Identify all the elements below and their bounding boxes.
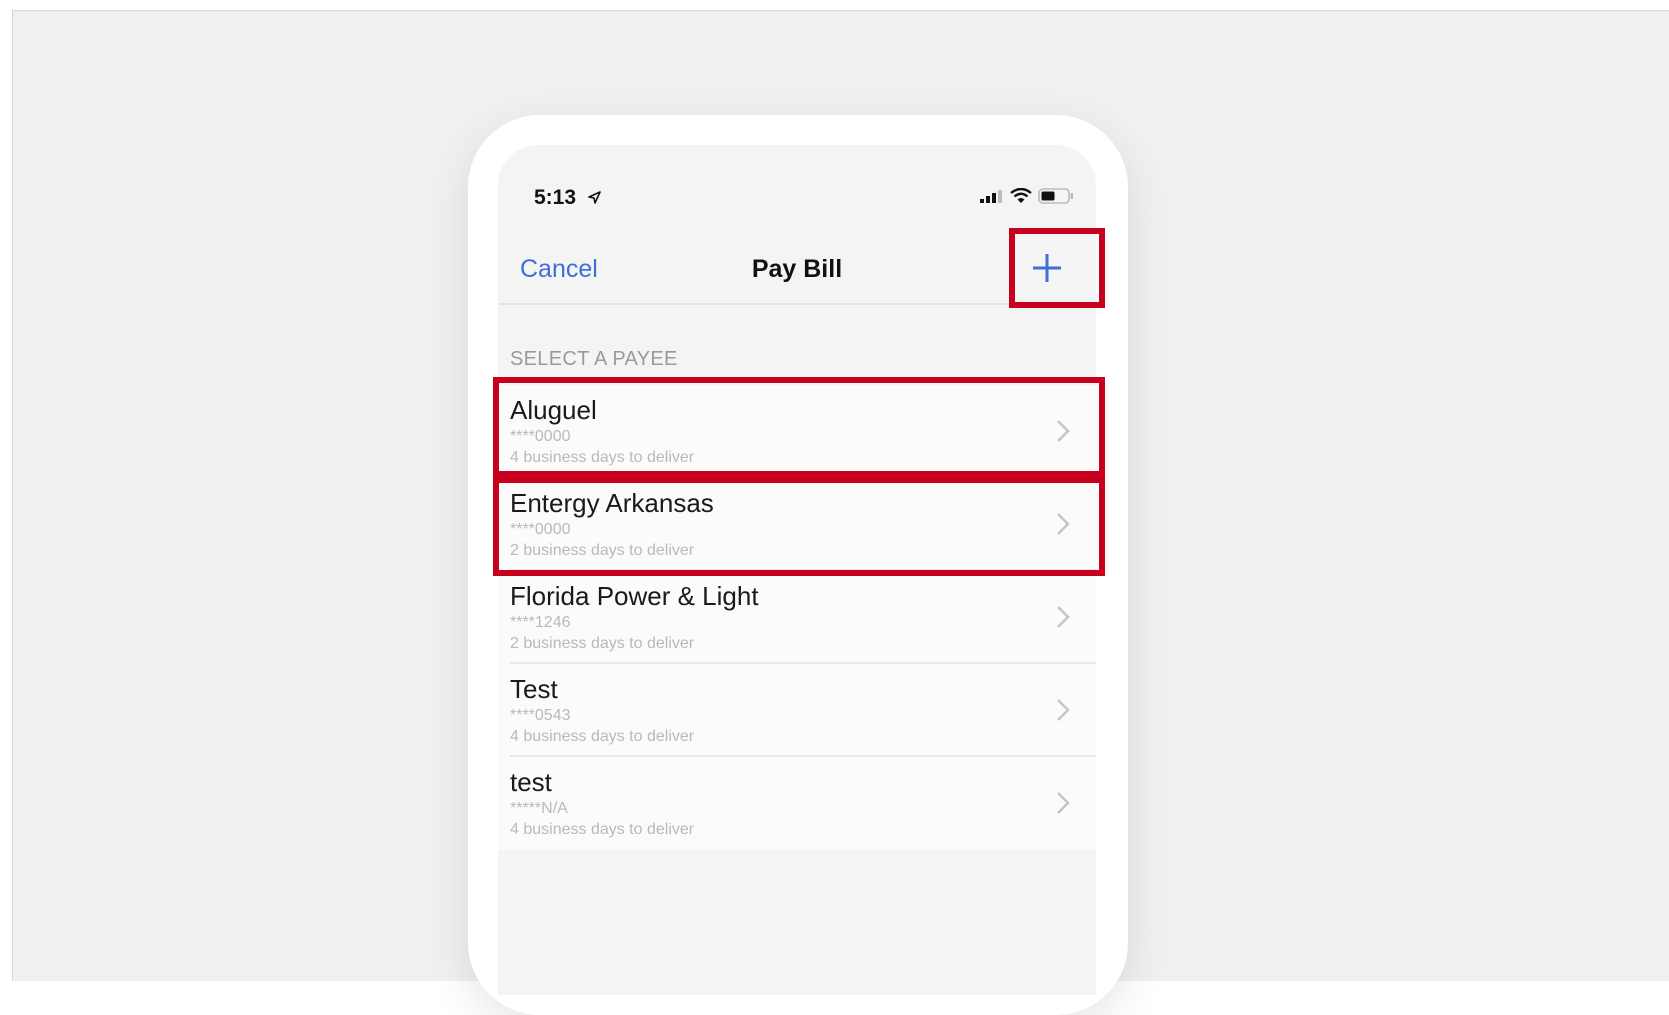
- plus-icon: [1033, 254, 1061, 282]
- payee-name: test: [510, 767, 552, 797]
- status-time: 5:13: [534, 186, 577, 209]
- payee-name: Florida Power & Light: [510, 581, 759, 611]
- payee-account: *****N/A: [510, 800, 568, 817]
- payee-account: ****0000: [510, 428, 571, 445]
- payee-account: ****0543: [510, 707, 571, 724]
- payee-account: ****0000: [510, 521, 571, 538]
- payee-row-florida-power-light[interactable]: Florida Power & Light ****1246 2 busines…: [498, 571, 1096, 664]
- battery-icon: [1038, 188, 1074, 209]
- payee-account: ****1246: [510, 614, 571, 631]
- navigation-bar: Cancel Pay Bill: [498, 237, 1096, 305]
- cellular-signal-icon: [980, 189, 1004, 208]
- add-payee-button[interactable]: [1024, 245, 1070, 291]
- payee-name: Test: [510, 674, 558, 704]
- chevron-right-icon: [1057, 792, 1070, 814]
- section-header: SELECT A PAYEE: [510, 348, 678, 370]
- status-icons: [980, 187, 1074, 209]
- page-title: Pay Bill: [751, 255, 843, 283]
- payee-delivery: 2 business days to deliver: [510, 635, 695, 652]
- location-arrow-icon: [588, 191, 601, 209]
- payee-row-test-lowercase[interactable]: test *****N/A 4 business days to deliver: [498, 757, 1096, 850]
- payee-row-test[interactable]: Test ****0543 4 business days to deliver: [498, 664, 1096, 757]
- payee-name: Aluguel: [510, 395, 597, 425]
- chevron-right-icon: [1057, 513, 1070, 535]
- status-bar: 5:13: [498, 145, 1096, 225]
- payee-row-entergy-arkansas[interactable]: Entergy Arkansas ****0000 2 business day…: [498, 478, 1096, 571]
- payee-delivery: 2 business days to deliver: [510, 542, 695, 559]
- payee-list: Aluguel ****0000 4 business days to deli…: [498, 385, 1096, 850]
- payee-name: Entergy Arkansas: [510, 488, 714, 518]
- payee-row-aluguel[interactable]: Aluguel ****0000 4 business days to deli…: [498, 385, 1096, 478]
- phone-screen: 5:13 Cancel Pay Bill SELECT A PAYEE Alug…: [498, 145, 1096, 995]
- payee-delivery: 4 business days to deliver: [510, 728, 695, 745]
- chevron-right-icon: [1057, 699, 1070, 721]
- payee-delivery: 4 business days to deliver: [510, 449, 695, 466]
- chevron-right-icon: [1057, 420, 1070, 442]
- chevron-right-icon: [1057, 606, 1070, 628]
- wifi-icon: [1010, 187, 1032, 209]
- payee-delivery: 4 business days to deliver: [510, 821, 695, 838]
